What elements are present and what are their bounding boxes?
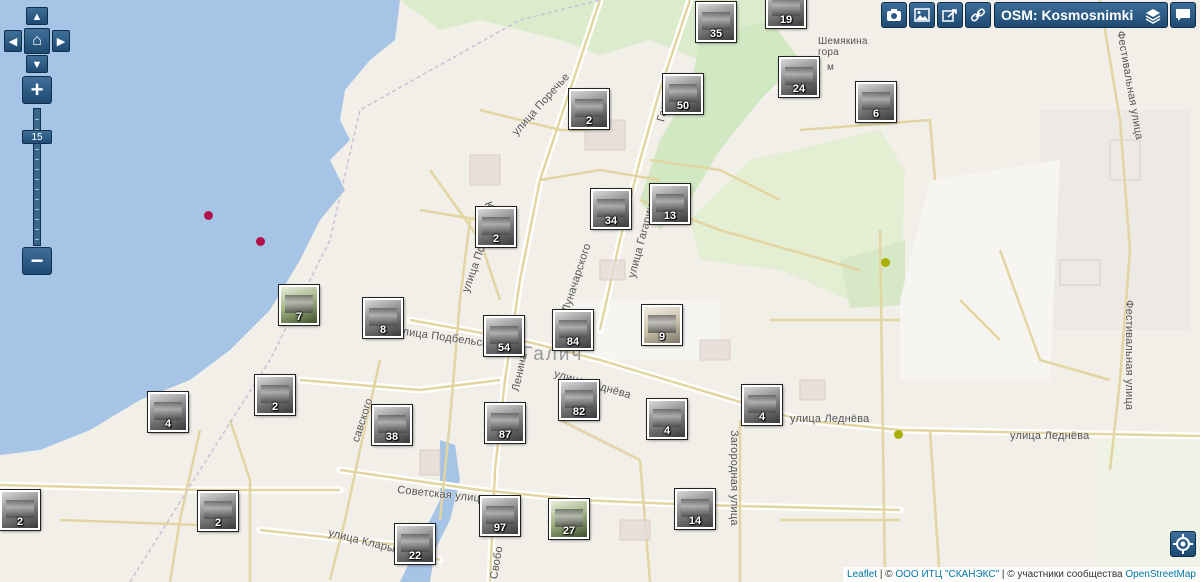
photo-cluster[interactable]: 82: [558, 379, 600, 421]
photo-cluster[interactable]: 4: [741, 384, 783, 426]
photo-cluster[interactable]: 54: [483, 315, 525, 357]
zoom-out-button[interactable]: −: [22, 247, 52, 275]
street-label: Фестивальная улица: [1123, 300, 1135, 411]
photo-cluster[interactable]: 13: [649, 183, 691, 225]
locate-me-button[interactable]: [1170, 531, 1196, 557]
link-icon[interactable]: [965, 2, 991, 28]
photo-cluster[interactable]: 24: [778, 56, 820, 98]
poi-dot[interactable]: [256, 237, 265, 246]
photo-cluster[interactable]: 2: [475, 206, 517, 248]
street-label: улица Леднёва: [1010, 430, 1090, 442]
osm-link[interactable]: OpenStreetMap: [1125, 569, 1196, 580]
photo-cluster[interactable]: 84: [552, 309, 594, 351]
photo-cluster[interactable]: 8: [362, 297, 404, 339]
home-button[interactable]: ⌂: [24, 28, 50, 54]
place-label-secondary: м: [827, 62, 835, 73]
photo-cluster[interactable]: 7: [278, 284, 320, 326]
photo-cluster[interactable]: 6: [855, 81, 897, 123]
photo-cluster[interactable]: 2: [568, 88, 610, 130]
street-label: улица Леднёва: [790, 413, 870, 425]
map-canvas[interactable]: улица Поречье улица Поречье улица Подбел…: [0, 0, 1200, 582]
map-base-layer: [0, 0, 1200, 582]
share-icon[interactable]: [937, 2, 963, 28]
poi-dot[interactable]: [881, 258, 890, 267]
photo-cluster[interactable]: 34: [590, 188, 632, 230]
pan-left-button[interactable]: ◀: [4, 30, 22, 52]
pan-down-button[interactable]: ▼: [26, 55, 48, 73]
photo-cluster[interactable]: 14: [674, 488, 716, 530]
map-attribution: Leaflet | © ООО ИТЦ "СКАНЭКС" | © участн…: [843, 567, 1200, 582]
photo-cluster[interactable]: 22: [394, 523, 436, 565]
layer-switcher-button[interactable]: OSM: Kosmosnimki: [994, 2, 1168, 28]
pan-up-button[interactable]: ▲: [26, 7, 48, 25]
photo-cluster[interactable]: 38: [371, 404, 413, 446]
image-icon[interactable]: [909, 2, 935, 28]
zoom-slider[interactable]: [33, 108, 41, 246]
poi-dot[interactable]: [204, 211, 213, 220]
comment-icon[interactable]: [1170, 2, 1196, 28]
layer-label: OSM: Kosmosnimki: [1001, 7, 1134, 23]
crosshair-icon: [1173, 534, 1193, 554]
street-label: Загородная улица: [728, 430, 740, 526]
photo-cluster[interactable]: 27: [548, 498, 590, 540]
leaflet-link[interactable]: Leaflet: [847, 569, 877, 580]
photo-cluster[interactable]: 19: [765, 0, 807, 29]
pan-right-button[interactable]: ▶: [52, 30, 70, 52]
photo-cluster[interactable]: 9: [641, 304, 683, 346]
photo-cluster[interactable]: 2: [0, 489, 41, 531]
zoom-in-button[interactable]: +: [22, 76, 52, 104]
photo-cluster[interactable]: 87: [484, 402, 526, 444]
photo-cluster[interactable]: 50: [662, 73, 704, 115]
photo-cluster[interactable]: 2: [254, 374, 296, 416]
scanex-link[interactable]: ООО ИТЦ "СКАНЭКС": [895, 569, 999, 580]
place-label: Шемякина гора: [818, 36, 868, 58]
photo-cluster[interactable]: 2: [197, 490, 239, 532]
poi-dot[interactable]: [894, 430, 903, 439]
camera-icon[interactable]: [881, 2, 907, 28]
zoom-level-indicator[interactable]: 15: [22, 130, 52, 144]
layers-icon: [1145, 7, 1161, 31]
photo-cluster[interactable]: 4: [147, 391, 189, 433]
photo-cluster[interactable]: 4: [646, 398, 688, 440]
photo-cluster[interactable]: 35: [695, 1, 737, 43]
photo-cluster[interactable]: 97: [479, 495, 521, 537]
